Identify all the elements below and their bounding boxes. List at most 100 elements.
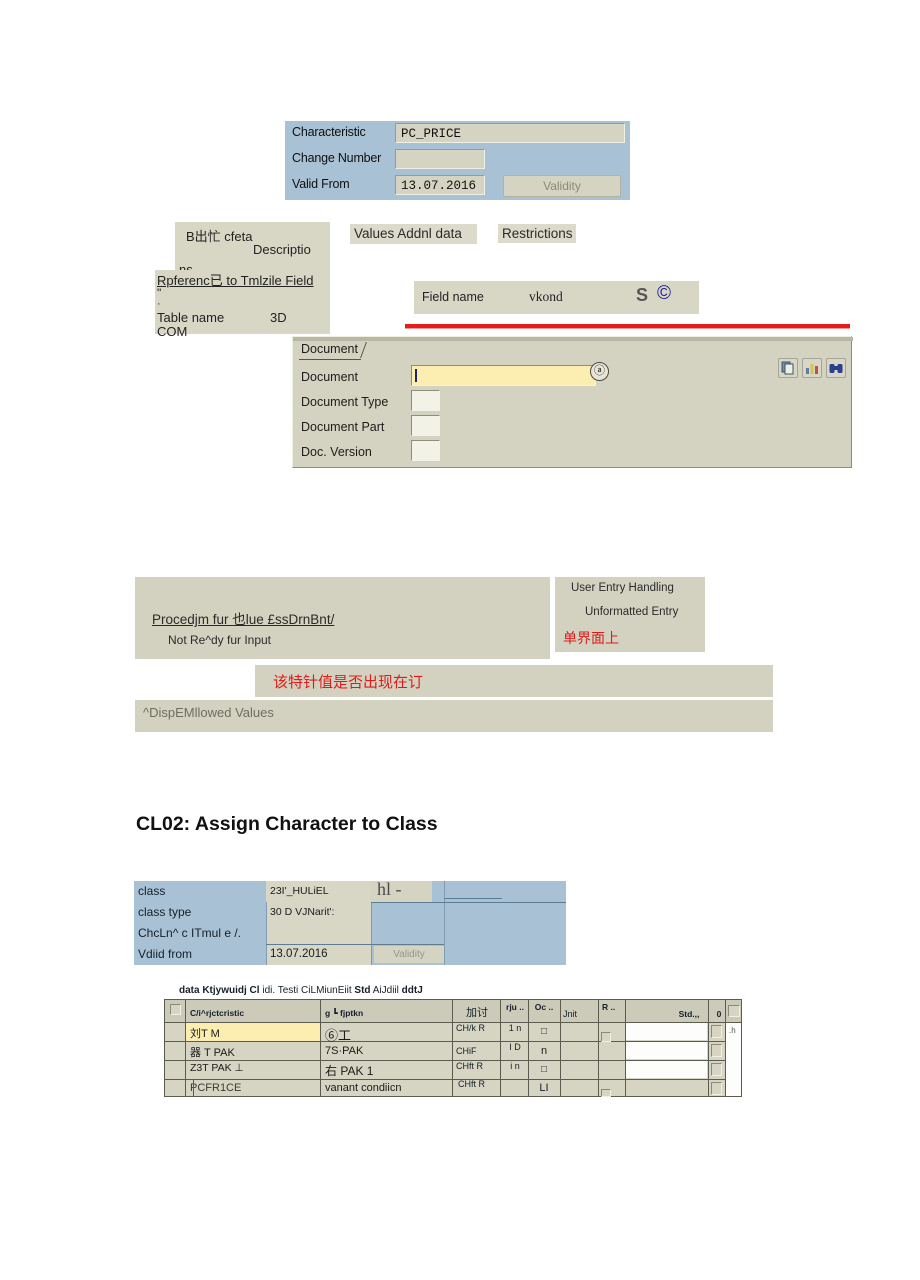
user-entry-handling-label: User Entry Handling <box>571 582 674 594</box>
valid-from-value: 13.07.2016 <box>401 179 477 193</box>
copyright-icon: © <box>657 283 671 304</box>
characteristic-label: Characteristic <box>292 125 366 139</box>
class-type-row: class type 30 D VJNarit': <box>134 902 566 923</box>
table-name-label: Table name <box>157 310 225 325</box>
tab-underline <box>299 359 361 360</box>
cell-std-2[interactable] <box>626 1042 707 1059</box>
gline-v-6 <box>598 1000 599 1096</box>
document-part-label: Document Part <box>301 420 385 434</box>
document-input[interactable] <box>411 365 596 386</box>
caption-part-0: data Ktjywuidj Cl <box>179 985 260 996</box>
hline-1 <box>371 902 566 903</box>
validity-button-2[interactable]: Validity <box>374 946 444 963</box>
cell-zero-checkbox-2[interactable] <box>711 1044 722 1057</box>
annotation-cn-1: 单界面上 <box>563 630 619 646</box>
header-rju[interactable]: rju .. <box>503 1002 527 1012</box>
document-part-input[interactable] <box>411 415 440 436</box>
cell-std-3[interactable] <box>626 1061 707 1078</box>
cell-col6-3: □ <box>540 1064 548 1075</box>
not-ready-for-input-label: Not Re^dy fur Input <box>168 633 272 647</box>
header-description[interactable]: g ┗ fjptkn <box>325 1008 450 1019</box>
field-name-label: Field name <box>422 290 484 304</box>
cell-col6-4: LI <box>539 1082 549 1094</box>
header-characteristic[interactable]: C/i^rjctcristic <box>190 1008 320 1018</box>
change-number-row: Change Number <box>285 147 630 172</box>
cell-description-3: 右 PAK 1 <box>325 1064 374 1078</box>
select-all-checkbox[interactable] <box>170 1004 181 1015</box>
marker-s: S <box>636 285 649 305</box>
gline-v-4 <box>528 1000 529 1096</box>
tab-slash-divider <box>360 342 367 358</box>
change-number-input[interactable] <box>395 149 485 169</box>
cell-characteristic-2[interactable]: 器 T PAK <box>190 1044 235 1060</box>
change-number-label-2: ChcLn^ c ITmul е /. <box>138 926 241 940</box>
document-label: Document <box>301 370 358 384</box>
cell-zero-checkbox-4[interactable] <box>711 1082 722 1095</box>
gline-h-3 <box>165 1079 726 1080</box>
characteristics-grid-wrapper: data Ktjywuidj Cl idi. Testi CiLMiunEiit… <box>164 985 742 1097</box>
class-type-label: class type <box>138 905 192 919</box>
class-type-input[interactable]: 30 D VJNarit': <box>266 902 371 923</box>
valid-from-input[interactable]: 13.07.2016 <box>395 175 485 195</box>
valid-from-row: Valid From 13.07.2016 Validity <box>285 173 630 198</box>
characteristics-grid: C/i^rjctcristic g ┗ fjptkn 加讨 rju .. Oc … <box>164 999 742 1097</box>
doc-version-row: Doc. Version <box>301 440 631 466</box>
tab-values-label: Values Addnl data <box>354 226 462 241</box>
class-corner-cell: hl - <box>370 879 432 902</box>
cell-r-checkbox-4[interactable] <box>601 1089 611 1097</box>
display-allowed-values-panel: ^DispEMllowed Values <box>135 700 773 732</box>
description-line2: Descriptio <box>253 242 311 257</box>
header-std[interactable]: Std.,, <box>671 1009 707 1019</box>
header-r[interactable]: R .. <box>602 1002 622 1012</box>
class-value: 23I'_HULiEL <box>270 885 329 897</box>
class-label: class <box>138 884 166 898</box>
characteristic-input[interactable]: PC_PRICE <box>395 123 625 143</box>
cell-description-2: 7S·PAK <box>325 1045 364 1057</box>
red-separator-line <box>405 324 850 328</box>
cell-characteristic-3[interactable]: Z3T PAK ⊥ <box>190 1062 244 1074</box>
cell-r-checkbox[interactable] <box>601 1032 611 1042</box>
chart-icon[interactable] <box>802 358 822 378</box>
vline-1 <box>266 902 267 965</box>
tab-values-addnl-data[interactable]: Values Addnl data <box>350 224 477 244</box>
header-unit[interactable]: Jnit <box>563 1009 597 1019</box>
cell-characteristic-4[interactable]: PCFR1CE <box>190 1082 241 1094</box>
tab-restrictions[interactable]: Restrictions <box>498 224 576 243</box>
document-type-input[interactable] <box>411 390 440 411</box>
header-last-checkbox[interactable] <box>728 1005 740 1017</box>
characteristic-value: PC_PRICE <box>401 127 462 141</box>
cell-col4-3: CHft R <box>456 1062 483 1071</box>
cell-zero-checkbox[interactable] <box>711 1025 722 1038</box>
cell-description-4: vanant condiicn <box>325 1082 402 1094</box>
validity-button[interactable]: Validity <box>503 175 621 197</box>
table-row[interactable]: 刘T M <box>186 1023 320 1041</box>
doc-version-label: Doc. Version <box>301 445 372 459</box>
valid-from-value-2: 13.07.2016 <box>270 948 328 960</box>
characteristic-header-panel: Characteristic PC_PRICE Change Number Va… <box>285 121 630 200</box>
binoculars-icon[interactable] <box>826 358 846 378</box>
cell-zero-checkbox-3[interactable] <box>711 1063 722 1076</box>
class-input[interactable]: 23I'_HULiEL <box>266 881 371 902</box>
cell-std[interactable] <box>626 1023 707 1040</box>
tab-restrictions-label: Restrictions <box>502 226 573 241</box>
copy-icon[interactable] <box>778 358 798 378</box>
reference-to-table-field-link[interactable]: Rpferenc已 to Tmlzile Field <box>157 270 314 289</box>
doc-version-input[interactable] <box>411 440 440 461</box>
change-number-input-2[interactable] <box>266 923 371 944</box>
procedure-title: Procedjm fur 也lue £ssDrnBnt/ <box>152 612 335 627</box>
header-cn[interactable]: 加讨 <box>457 1004 497 1020</box>
gline-v-1 <box>320 1000 321 1096</box>
cell-col4-2: CHiF <box>456 1046 477 1056</box>
header-zero[interactable]: 0 <box>713 1009 725 1019</box>
cell-col6-2: n <box>540 1045 548 1057</box>
class-header-panel: class 23I'_HULiEL class type 30 D VJNari… <box>134 881 566 965</box>
search-help-icon[interactable]: ⓐ <box>590 362 609 381</box>
dialog-title-bar <box>293 337 853 341</box>
valid-from-input-2[interactable]: 13.07.2016 <box>266 944 371 965</box>
table-name-panel: Table name 3D COM <box>155 309 330 339</box>
header-oc[interactable]: Oc .. <box>531 1002 557 1012</box>
procedure-notes-panel: Procedjm fur 也lue £ssDrnBnt/ Not Re^dy f… <box>135 577 550 659</box>
field-name-value: vkond <box>529 289 563 304</box>
document-part-row: Document Part <box>301 415 631 441</box>
document-tab-label[interactable]: Document <box>301 342 358 356</box>
